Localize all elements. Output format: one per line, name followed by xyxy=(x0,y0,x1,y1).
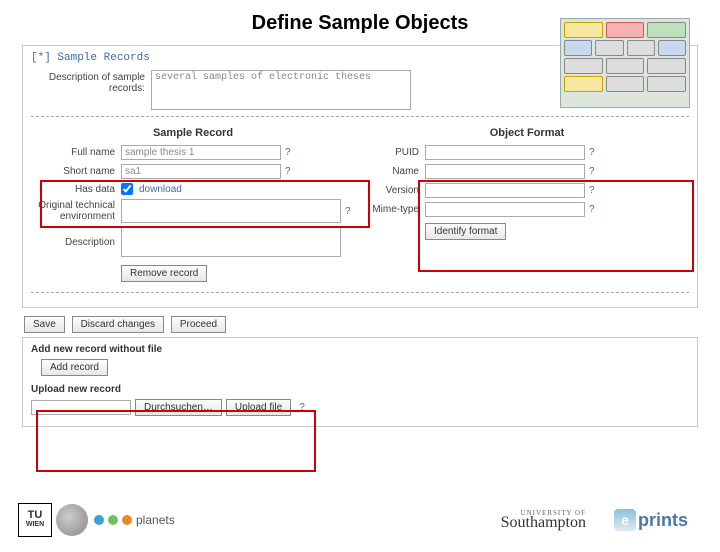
divider xyxy=(31,116,689,117)
divider xyxy=(31,292,689,293)
puid-input[interactable] xyxy=(425,145,585,160)
help-icon[interactable]: ? xyxy=(589,166,595,177)
help-icon[interactable]: ? xyxy=(589,185,595,196)
sample-record-column: Sample Record Full name ? Short name ? H… xyxy=(31,123,355,286)
help-icon[interactable]: ? xyxy=(345,206,351,217)
action-bar: Save Discard changes Proceed xyxy=(24,316,720,333)
planets-logo: planets xyxy=(94,513,175,527)
desc-label: Description of sample records: xyxy=(31,70,151,94)
add-record-button[interactable]: Add record xyxy=(41,359,108,376)
add-section: Add new record without file Add record U… xyxy=(22,337,698,427)
short-name-input[interactable] xyxy=(121,164,281,179)
eprints-logo: eprints xyxy=(614,509,688,531)
object-format-title: Object Format xyxy=(365,127,689,139)
identify-format-button[interactable]: Identify format xyxy=(425,223,506,240)
southampton-logo: UNIVERSITY OF Southampton xyxy=(501,509,586,532)
help-icon[interactable]: ? xyxy=(299,402,305,413)
add-without-file-heading: Add new record without file xyxy=(31,344,162,355)
format-name-input[interactable] xyxy=(425,164,585,179)
puid-label: PUID xyxy=(365,147,425,158)
has-data-label: Has data xyxy=(31,184,121,195)
object-format-column: Object Format PUID ? Name ? Version ? Mi… xyxy=(365,123,689,286)
discard-button[interactable]: Discard changes xyxy=(72,316,164,333)
version-input[interactable] xyxy=(425,183,585,198)
save-button[interactable]: Save xyxy=(24,316,65,333)
env-label: Original technical environment xyxy=(31,200,121,222)
environment-input[interactable] xyxy=(121,199,341,223)
mime-input[interactable] xyxy=(425,202,585,217)
upload-file-button[interactable]: Upload file xyxy=(226,399,291,416)
mime-label: Mime-type xyxy=(365,204,425,215)
remove-record-button[interactable]: Remove record xyxy=(121,265,207,282)
owl-logo xyxy=(56,504,88,536)
proceed-button[interactable]: Proceed xyxy=(171,316,226,333)
has-data-checkbox[interactable] xyxy=(121,183,133,195)
sample-records-description[interactable]: several samples of electronic theses xyxy=(151,70,411,110)
help-icon[interactable]: ? xyxy=(285,166,291,177)
tu-wien-logo: TU WIEN xyxy=(18,503,52,537)
sample-record-title: Sample Record xyxy=(31,127,355,139)
upload-path-input[interactable] xyxy=(31,400,131,415)
help-icon[interactable]: ? xyxy=(285,147,291,158)
full-name-input[interactable] xyxy=(121,145,281,160)
name-label: Name xyxy=(365,166,425,177)
description-label: Description xyxy=(31,237,121,248)
help-icon[interactable]: ? xyxy=(589,147,595,158)
record-description-input[interactable] xyxy=(121,227,341,257)
help-icon[interactable]: ? xyxy=(589,204,595,215)
short-name-label: Short name xyxy=(31,166,121,177)
browse-button[interactable]: Durchsuchen… xyxy=(135,399,222,416)
full-name-label: Full name xyxy=(31,147,121,158)
download-link[interactable]: download xyxy=(139,184,182,195)
footer-logos: TU WIEN planets UNIVERSITY OF Southampto… xyxy=(0,492,720,552)
workflow-thumbnail xyxy=(560,18,690,108)
version-label: Version xyxy=(365,185,425,196)
upload-new-heading: Upload new record xyxy=(31,384,121,395)
